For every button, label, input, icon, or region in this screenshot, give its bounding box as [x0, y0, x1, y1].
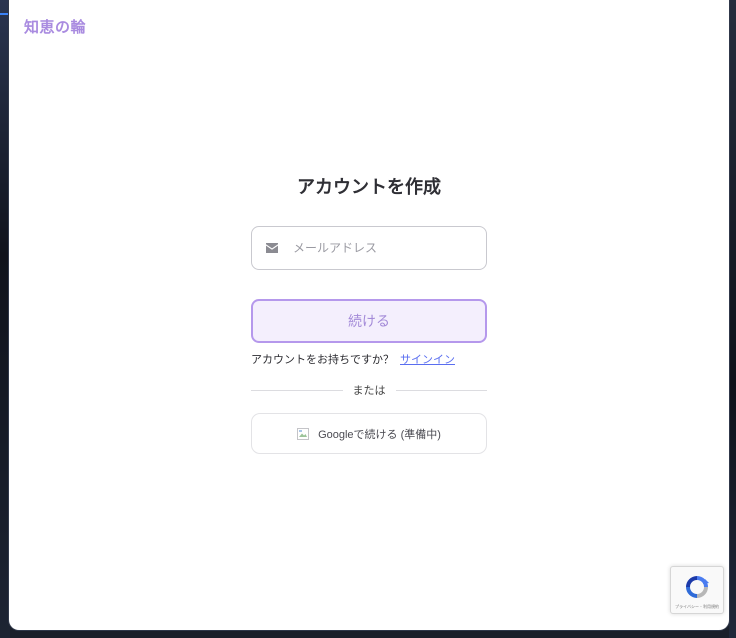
broken-image-icon [297, 427, 310, 440]
google-button-label: Googleで続ける (準備中) [318, 428, 441, 441]
recaptcha-icon [686, 576, 709, 598]
signup-window: 知恵の輪 アカウントを作成 続ける アカウントをお持ちですか？ サインイン または [9, 0, 729, 630]
divider-line-left [251, 389, 343, 391]
desktop-background-right [729, 0, 736, 638]
signup-form: アカウントを作成 続ける アカウントをお持ちですか？ サインイン または Goog… [251, 175, 487, 454]
email-field[interactable] [251, 226, 487, 270]
signin-link[interactable]: サインイン [400, 353, 455, 366]
divider-line-right [395, 389, 487, 391]
google-signin-button[interactable]: Googleで続ける (準備中) [251, 413, 487, 454]
have-account-text: アカウントをお持ちですか？ [251, 353, 394, 366]
or-divider: または [251, 382, 487, 398]
envelope-icon [266, 243, 278, 253]
brand-logo[interactable]: 知恵の輪 [24, 16, 86, 37]
signin-prompt: アカウントをお持ちですか？ サインイン [251, 351, 491, 367]
recaptcha-footer[interactable]: プライバシー - 利用規約 [671, 604, 723, 610]
email-input[interactable] [291, 240, 475, 256]
continue-button[interactable]: 続ける [251, 299, 487, 343]
recaptcha-badge[interactable]: プライバシー - 利用規約 [670, 566, 724, 614]
page-title: アカウントを作成 [297, 177, 441, 198]
divider-text: または [352, 384, 386, 397]
